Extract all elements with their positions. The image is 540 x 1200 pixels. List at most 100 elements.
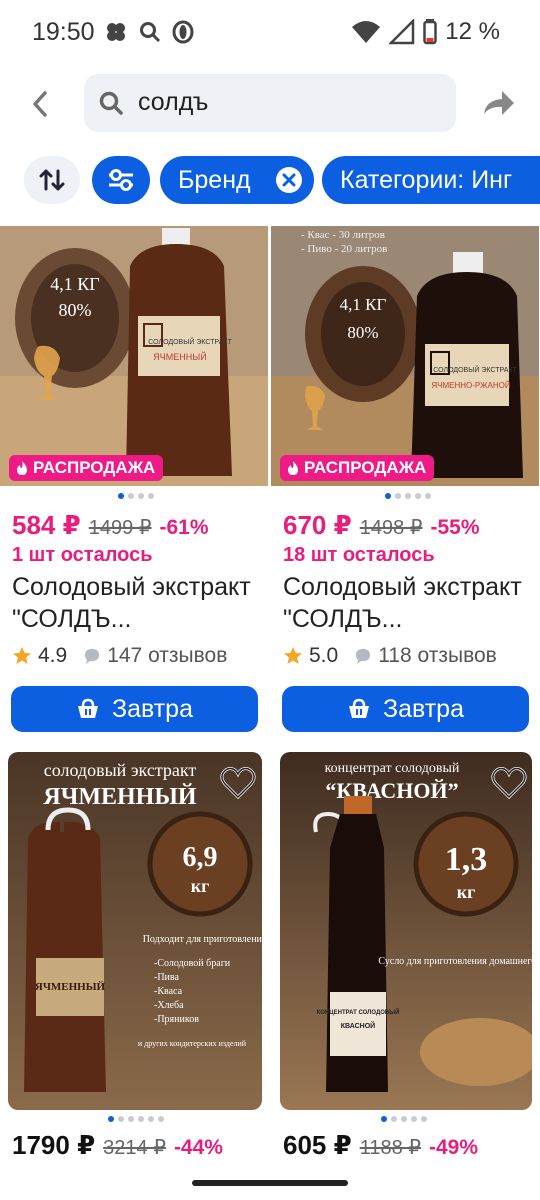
sale-badge: РАСПРОДАЖА <box>280 455 435 481</box>
product-card[interactable]: 4,1 КГ 80% СОЛОДОВЫЙ ЭКСТРАКТ ЯЧМЕННЫЙ Р… <box>0 226 270 740</box>
price-discount: -55% <box>430 516 480 539</box>
image-label: Сусло для приготовления домашнего кваса <box>378 956 532 967</box>
pager-dot <box>118 493 124 499</box>
rating-row: 5.0 118 отзывов <box>283 644 497 668</box>
brand-filter-label: Бренд <box>178 166 251 194</box>
image-label: 4,1 КГ <box>50 274 99 294</box>
image-pager <box>381 1116 427 1122</box>
pager-dot <box>421 1116 427 1122</box>
brand-filter-chip[interactable]: Бренд <box>160 156 314 204</box>
pager-dot <box>128 1116 134 1122</box>
image-label: 6,9 <box>183 842 218 873</box>
battery-icon <box>423 19 438 45</box>
price-current: 605 ₽ <box>283 1130 352 1160</box>
stock-remaining: 1 шт осталось <box>12 544 153 566</box>
product-image[interactable]: 4,1 КГ 80% СОЛОДОВЫЙ ЭКСТРАКТ ЯЧМЕННЫЙ Р… <box>0 226 268 486</box>
pager-dot <box>148 493 154 499</box>
image-label: солодовый экстракт <box>44 760 197 780</box>
product-title[interactable]: Солодовый экстракт "СОЛДЪ... <box>12 571 262 635</box>
star-icon <box>284 647 302 664</box>
sale-badge-label: РАСПРОДАЖА <box>33 458 156 477</box>
share-icon <box>484 91 514 115</box>
stock-remaining: 18 шт осталось <box>283 544 435 566</box>
filter-settings-button[interactable] <box>92 156 150 204</box>
price-row: 584 ₽ 1499 ₽ -61% <box>12 510 209 541</box>
search-query: солдъ <box>138 88 209 116</box>
pager-dot <box>118 1116 124 1122</box>
delivery-cart-button[interactable]: Завтра <box>11 686 258 732</box>
pager-dot <box>391 1116 397 1122</box>
image-label: ЯЧМЕННО-РЖАНОЙ <box>431 381 511 390</box>
image-pager <box>385 493 431 499</box>
image-label: концентрат солодовый <box>325 761 460 776</box>
product-card[interactable]: концентрат солодовый “КВАСНОЙ” 1,3 кг КО… <box>271 752 540 1172</box>
battery-level: 12 % <box>445 18 500 45</box>
basket-icon <box>78 698 98 718</box>
comment-icon <box>356 649 371 664</box>
fire-icon <box>17 461 27 475</box>
product-image[interactable]: - Квас - 30 литров - Пиво - 20 литров 4,… <box>271 226 539 486</box>
image-label: СОЛОДОВЫЙ ЭКСТРАКТ <box>148 337 232 346</box>
cloud-icon <box>107 23 125 41</box>
pager-dot <box>138 1116 144 1122</box>
category-filter-chip[interactable]: Категории: Инг <box>322 156 540 204</box>
price-current: 584 ₽ <box>12 510 81 540</box>
image-label: КОНЦЕНТРАТ СОЛОДОВЫЙ <box>317 1008 400 1016</box>
pager-dot <box>425 493 431 499</box>
search-icon <box>99 91 123 115</box>
favorite-heart-icon[interactable] <box>491 766 527 800</box>
rating-row: 4.9 147 отзывов <box>12 644 227 668</box>
share-button[interactable] <box>480 86 518 122</box>
price-old: 1498 ₽ <box>359 517 423 539</box>
price-discount: -49% <box>429 1136 479 1159</box>
back-arrow-icon <box>33 91 47 117</box>
rating-value: 5.0 <box>309 644 339 667</box>
product-title[interactable]: Солодовый экстракт "СОЛДЪ... <box>283 571 533 635</box>
image-label: и других кондитерских изделий <box>138 1039 247 1048</box>
product-card[interactable]: солодовый экстракт ЯЧМЕННЫЙ 6,9 кг ЯЧМЕН… <box>0 752 270 1172</box>
search-input[interactable]: солдъ <box>84 74 456 132</box>
price-row: 1790 ₽ 3214 ₽ -44% <box>12 1130 223 1161</box>
product-image[interactable]: концентрат солодовый “КВАСНОЙ” 1,3 кг КО… <box>280 752 532 1110</box>
pager-dot <box>385 493 391 499</box>
reviews: 147 отзывов <box>83 644 227 668</box>
close-icon <box>282 173 296 187</box>
image-label: КВАСНОЙ <box>341 1021 375 1030</box>
gesture-nav-handle[interactable] <box>192 1180 348 1186</box>
image-label: 80% <box>347 323 378 342</box>
sale-badge: РАСПРОДАЖА <box>9 455 164 481</box>
sort-button[interactable] <box>24 156 80 204</box>
pager-dot <box>148 1116 154 1122</box>
price-discount: -44% <box>173 1136 223 1159</box>
category-filter-label: Категории: Инг <box>340 166 513 194</box>
product-card[interactable]: - Квас - 30 литров - Пиво - 20 литров 4,… <box>271 226 540 740</box>
product-image[interactable]: солодовый экстракт ЯЧМЕННЫЙ 6,9 кг ЯЧМЕН… <box>8 752 262 1110</box>
image-label: Подходит для приготовления: <box>143 934 262 945</box>
price-old: 3214 ₽ <box>103 1137 166 1159</box>
status-time: 19:50 <box>32 18 95 46</box>
pager-dot <box>138 493 144 499</box>
star-icon <box>13 647 31 664</box>
image-label: - Пиво - 20 литров <box>301 243 387 255</box>
filter-chips: Бренд Категории: Инг <box>0 154 540 206</box>
reviews-count: 118 отзывов <box>378 644 497 667</box>
reviews: 118 отзывов <box>354 644 497 668</box>
search-header: солдъ <box>0 72 540 136</box>
price-row: 670 ₽ 1498 ₽ -55% <box>283 510 480 541</box>
signal-icon <box>389 19 415 45</box>
pager-dot <box>411 1116 417 1122</box>
sort-icon <box>39 169 65 191</box>
delivery-label: Завтра <box>383 694 464 723</box>
pager-dot <box>405 493 411 499</box>
brand-filter-clear-button[interactable] <box>276 167 302 193</box>
delivery-cart-button[interactable]: Завтра <box>282 686 529 732</box>
sliders-icon <box>109 169 133 191</box>
status-icons-right: 12 % <box>351 18 500 46</box>
image-label: 80% <box>59 300 92 320</box>
back-button[interactable] <box>22 86 58 122</box>
price-current: 670 ₽ <box>283 510 352 540</box>
reviews-count: 147 отзывов <box>107 644 228 667</box>
status-icons-left <box>104 20 194 44</box>
basket-icon <box>349 698 369 718</box>
favorite-heart-icon[interactable] <box>220 766 256 800</box>
